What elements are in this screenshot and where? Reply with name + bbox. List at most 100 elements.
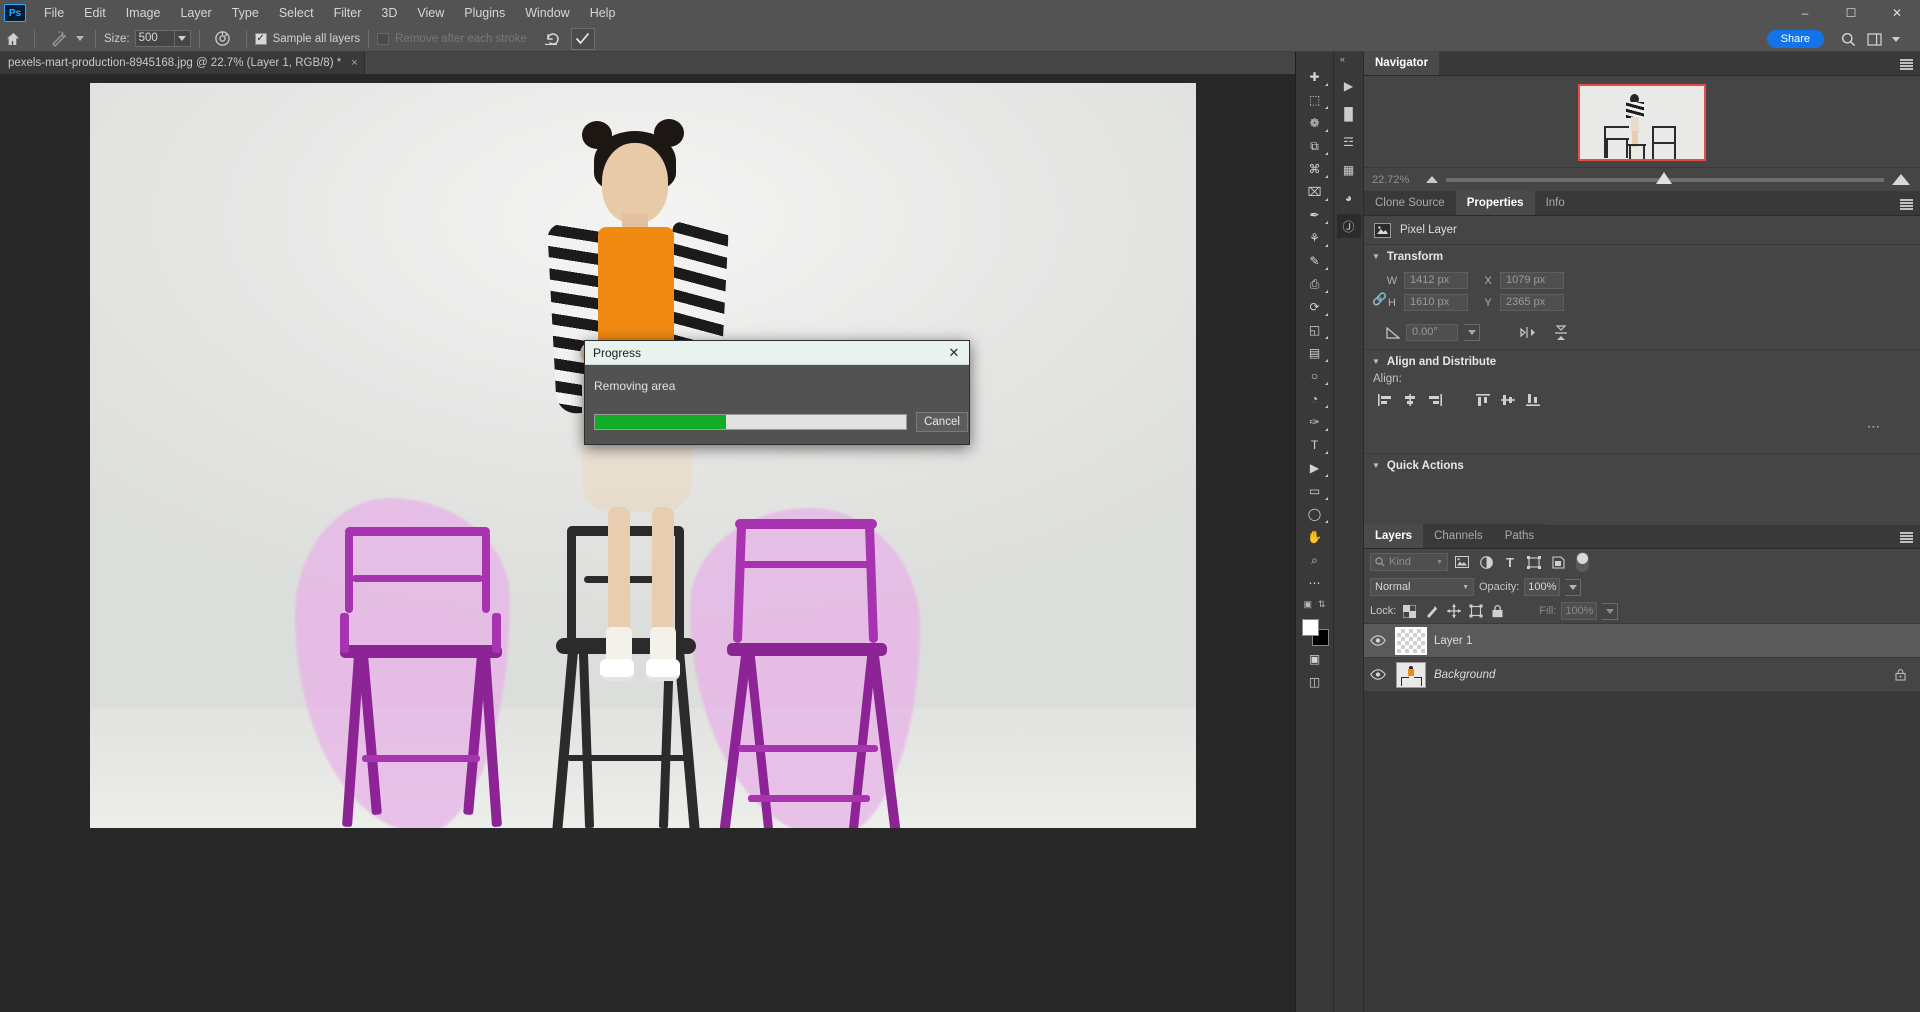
menu-file[interactable]: File xyxy=(34,0,74,26)
share-button[interactable]: Share xyxy=(1766,30,1824,48)
reset-button[interactable] xyxy=(541,28,565,50)
frame-tool[interactable]: ⌧ xyxy=(1300,181,1330,203)
angle-chevron-icon[interactable] xyxy=(1464,324,1480,341)
filter-pixel-icon[interactable] xyxy=(1452,553,1472,571)
close-icon[interactable]: × xyxy=(351,57,357,69)
remove-after-each-stroke-checkbox[interactable]: ✓ Remove after each stroke xyxy=(377,32,527,45)
tab-paths[interactable]: Paths xyxy=(1493,524,1546,548)
properties-dock-icon[interactable]: Ⓙ xyxy=(1336,214,1361,238)
lock-all-icon[interactable] xyxy=(1489,603,1506,620)
rectangle-tool[interactable]: ▭ xyxy=(1300,480,1330,502)
color-wheel-icon[interactable]: ◕ xyxy=(1337,186,1361,210)
image-canvas[interactable] xyxy=(90,83,1196,828)
blend-mode-select[interactable]: Normal ▼ xyxy=(1370,578,1474,596)
filter-adjustment-icon[interactable] xyxy=(1476,553,1496,571)
tab-layers[interactable]: Layers xyxy=(1364,524,1424,548)
fill-input[interactable]: 100% xyxy=(1561,602,1598,620)
close-icon[interactable]: ✕ xyxy=(939,341,969,365)
sample-all-layers-checkbox[interactable]: ✓ Sample all layers xyxy=(254,32,360,45)
menu-3d[interactable]: 3D xyxy=(371,0,407,26)
color-swatches[interactable] xyxy=(1300,619,1330,647)
y-input[interactable]: 2365 px xyxy=(1500,294,1564,311)
brush-size-chevron-icon[interactable] xyxy=(174,30,191,47)
cancel-button[interactable]: Cancel xyxy=(916,412,968,432)
zoom-slider[interactable] xyxy=(1446,171,1884,184)
align-bottom-icon[interactable] xyxy=(1522,391,1544,409)
menu-view[interactable]: View xyxy=(407,0,454,26)
menu-window[interactable]: Window xyxy=(515,0,579,26)
tab-navigator[interactable]: Navigator xyxy=(1364,51,1440,75)
object-selection-tool[interactable]: ⧉ xyxy=(1300,135,1330,157)
height-input[interactable]: 1610 px xyxy=(1404,294,1468,311)
quick-actions-section-header[interactable]: ▼ Quick Actions xyxy=(1364,453,1920,477)
panel-menu-icon[interactable] xyxy=(1900,199,1913,210)
align-top-icon[interactable] xyxy=(1472,391,1494,409)
tab-channels[interactable]: Channels xyxy=(1423,524,1494,548)
opacity-chevron-icon[interactable] xyxy=(1565,578,1582,596)
filter-smart-object-icon[interactable] xyxy=(1548,553,1568,571)
adjustments-icon[interactable]: ☲ xyxy=(1337,130,1361,154)
workspace-chevron-icon[interactable] xyxy=(1886,30,1906,48)
panel-menu-icon[interactable] xyxy=(1900,59,1913,70)
gradient-tool[interactable]: ▤ xyxy=(1300,342,1330,364)
eyedropper-tool[interactable]: ✒ xyxy=(1300,204,1330,226)
x-input[interactable]: 1079 px xyxy=(1500,272,1564,289)
crop-tool[interactable]: ⌘ xyxy=(1300,158,1330,180)
close-button[interactable]: ✕ xyxy=(1874,0,1920,26)
pen-tool[interactable]: ✑ xyxy=(1300,411,1330,433)
menu-select[interactable]: Select xyxy=(269,0,324,26)
tab-clone-source[interactable]: Clone Source xyxy=(1364,191,1456,215)
ellipse-tool[interactable]: ◯ xyxy=(1300,503,1330,525)
navigator-zoom-value[interactable]: 22.72% xyxy=(1364,174,1426,186)
eraser-tool[interactable]: ◱ xyxy=(1300,319,1330,341)
tab-info[interactable]: Info xyxy=(1534,191,1576,215)
spot-healing-brush-icon[interactable] xyxy=(43,30,73,47)
clone-stamp-tool[interactable]: ⎙ xyxy=(1300,273,1330,295)
zoom-in-icon[interactable] xyxy=(1892,174,1910,185)
align-more-button[interactable]: ⋯ xyxy=(1364,419,1920,435)
path-selection-tool[interactable]: ▶ xyxy=(1300,457,1330,479)
align-distribute-section-header[interactable]: ▼ Align and Distribute xyxy=(1364,349,1920,373)
foreground-color-swatch[interactable] xyxy=(1301,619,1319,636)
brush-settings-icon[interactable] xyxy=(208,30,238,47)
document-tab[interactable]: pexels-mart-production-8945168.jpg @ 22.… xyxy=(0,52,365,74)
flip-vertical-icon[interactable] xyxy=(1554,324,1568,341)
workspace-switcher-icon[interactable] xyxy=(1864,30,1884,48)
commit-button[interactable] xyxy=(570,27,595,50)
menu-help[interactable]: Help xyxy=(580,0,626,26)
transform-section-header[interactable]: ▼ Transform xyxy=(1364,244,1920,268)
move-tool[interactable]: ✚ xyxy=(1300,66,1330,88)
brush-tool[interactable]: ✎ xyxy=(1300,250,1330,272)
swap-colors-icon[interactable]: ⇅ xyxy=(1318,599,1326,610)
rectangular-marquee-tool[interactable]: ⬚ xyxy=(1300,89,1330,111)
layer-kind-filter[interactable]: Kind ▼ xyxy=(1370,553,1448,571)
search-icon[interactable] xyxy=(1838,30,1858,48)
zoom-slider-knob[interactable] xyxy=(1656,171,1673,184)
zoom-tool[interactable]: ⌕ xyxy=(1300,549,1330,571)
eye-icon[interactable] xyxy=(1368,669,1388,680)
layer-name[interactable]: Layer 1 xyxy=(1434,635,1920,647)
menu-image[interactable]: Image xyxy=(116,0,171,26)
fill-chevron-icon[interactable] xyxy=(1602,602,1619,620)
histogram-icon[interactable]: █ xyxy=(1337,102,1361,126)
type-tool[interactable]: T xyxy=(1300,434,1330,456)
filter-enable-toggle[interactable] xyxy=(1576,552,1589,572)
maximize-button[interactable]: ☐ xyxy=(1828,0,1874,26)
link-wh-icon[interactable]: 🔗 xyxy=(1372,292,1387,306)
canvas-area[interactable]: Progress ✕ Removing area Cancel xyxy=(0,74,1295,1012)
history-brush-tool[interactable]: ⟳ xyxy=(1300,296,1330,318)
default-colors-icon[interactable]: ▣ xyxy=(1303,599,1312,610)
play-timeline-icon[interactable]: ▶ xyxy=(1337,74,1361,98)
layer-row-background[interactable]: Background xyxy=(1364,658,1920,692)
collapse-dock-icon[interactable]: « xyxy=(1340,54,1345,64)
align-middle-vertical-icon[interactable] xyxy=(1497,391,1519,409)
opacity-input[interactable]: 100% xyxy=(1524,578,1561,596)
width-input[interactable]: 1412 px xyxy=(1404,272,1468,289)
home-icon[interactable] xyxy=(0,32,26,46)
flip-horizontal-icon[interactable] xyxy=(1520,326,1538,339)
brush-size-input[interactable]: 500 xyxy=(134,30,175,47)
filter-type-icon[interactable]: T xyxy=(1500,553,1520,571)
dodge-tool[interactable]: ◔ xyxy=(1300,388,1330,410)
lock-artboard-nesting-icon[interactable] xyxy=(1467,603,1484,620)
tool-preset-chevron-icon[interactable] xyxy=(73,35,87,42)
